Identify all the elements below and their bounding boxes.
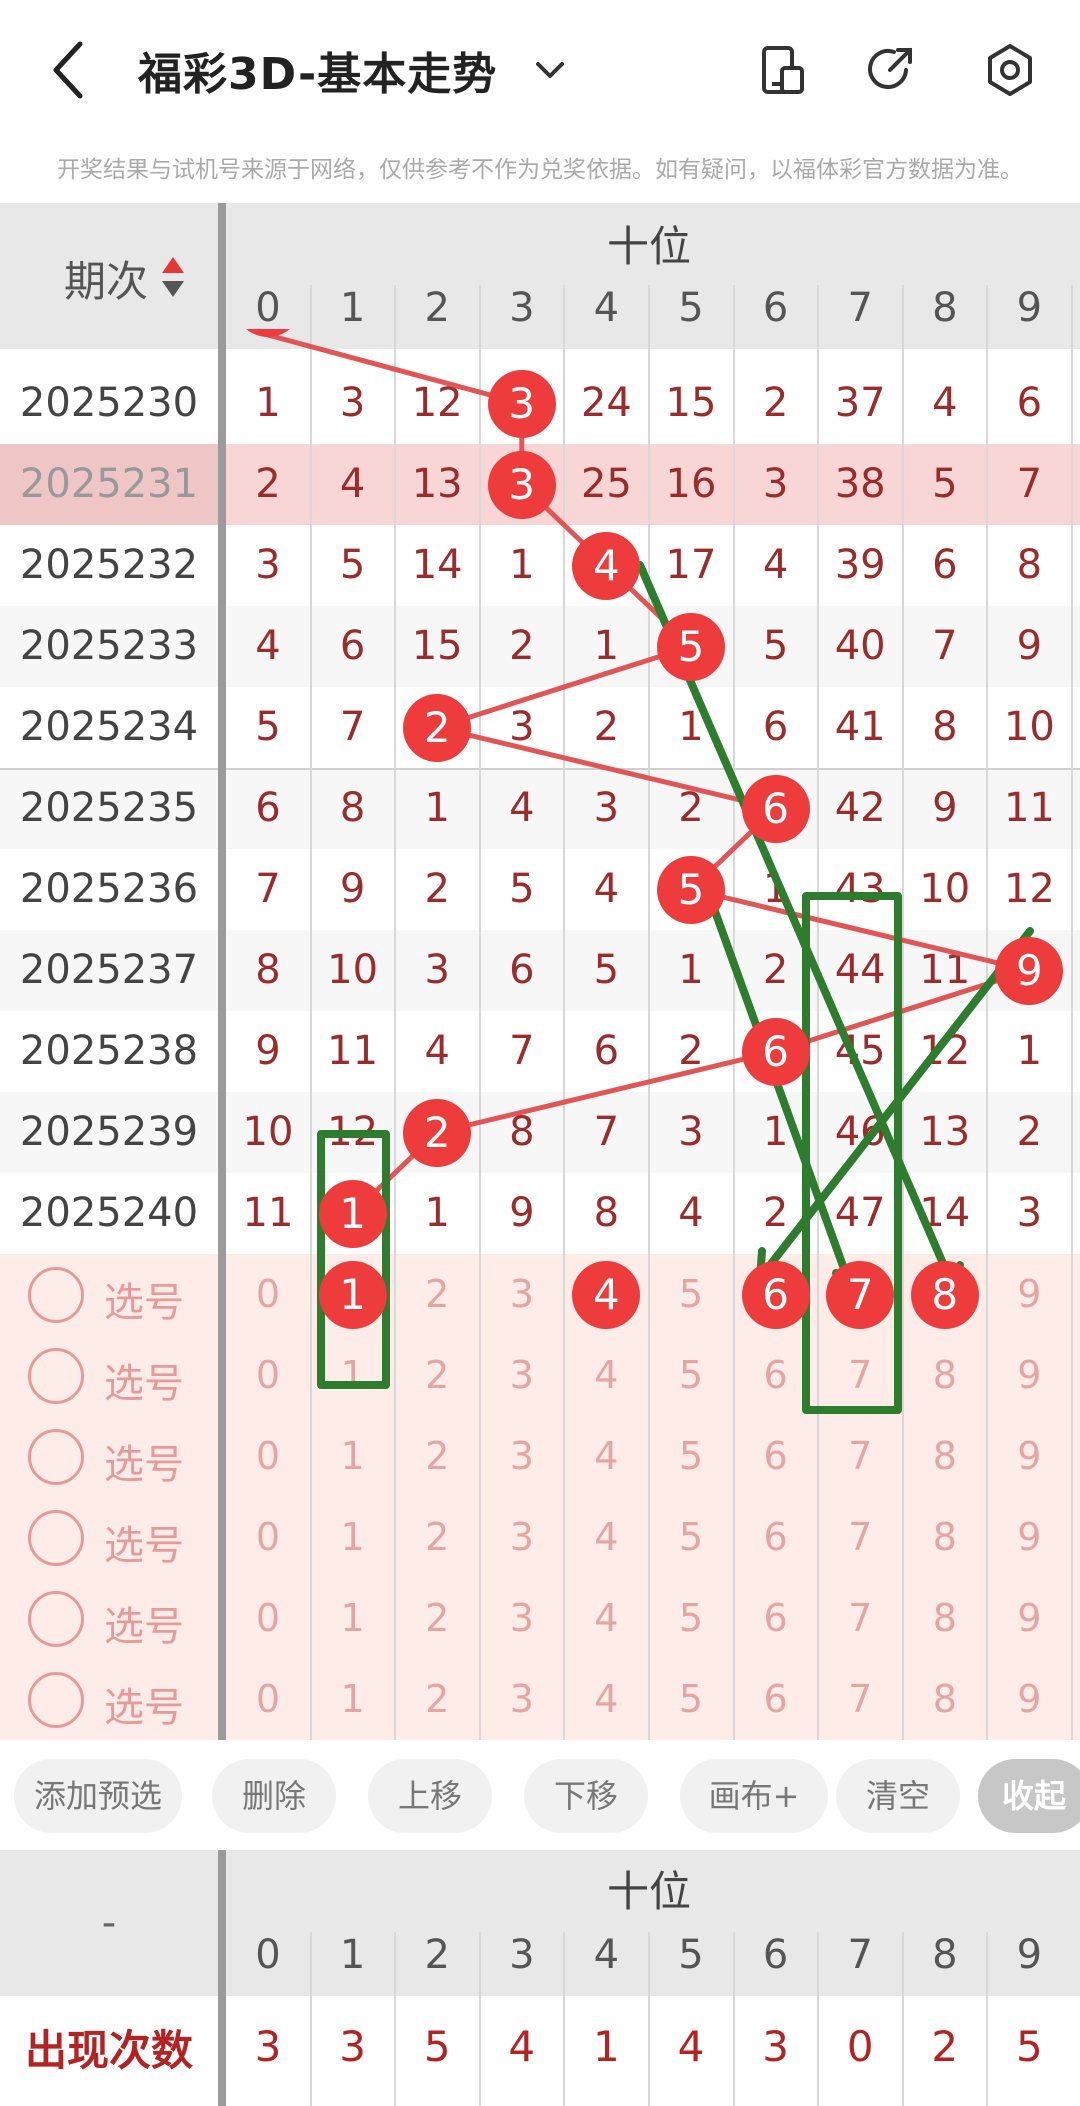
toolbar-button-5[interactable]: 清空 xyxy=(836,1759,960,1833)
phone-icon[interactable] xyxy=(752,38,812,102)
stats-column-line xyxy=(394,1932,397,2106)
stats-column-header-0: 0 xyxy=(255,1932,281,1978)
stats-column-line xyxy=(732,1932,735,2106)
selected-pick-ball[interactable]: 8 xyxy=(910,1260,979,1329)
occurrence-count: 3 xyxy=(339,2022,366,2071)
settings-icon[interactable] xyxy=(980,38,1040,102)
stats-section: - 十位 出现次数 0 3 1 3 2 5 3 4 4 1 5 4 6 3 7 0 8 2 9 5 xyxy=(0,1850,1080,2106)
stats-column-header-6: 6 xyxy=(762,1932,789,1978)
hit-ball: 6 xyxy=(741,1017,810,1086)
toolbar-button-4[interactable]: 画布+ xyxy=(680,1759,828,1833)
stats-column-line xyxy=(901,1932,904,2106)
page-title[interactable]: 福彩3D-基本走势 xyxy=(138,38,497,102)
occurrence-count: 2 xyxy=(931,2022,959,2071)
occurrence-count: 5 xyxy=(423,2022,451,2071)
occurrence-count: 3 xyxy=(254,2022,282,2071)
toolbar-button-3[interactable]: 下移 xyxy=(524,1759,648,1833)
selected-pick-ball[interactable]: 7 xyxy=(826,1260,895,1329)
occurrence-count: 3 xyxy=(762,2022,789,2071)
occurrence-count: 0 xyxy=(846,2022,874,2071)
toolbar-button-1[interactable]: 删除 xyxy=(212,1759,336,1833)
hit-ball: 4 xyxy=(572,531,641,600)
occurrence-count: 5 xyxy=(1016,2022,1043,2071)
stats-column-header-2: 2 xyxy=(424,1932,450,1978)
stats-column-line xyxy=(986,1932,989,2106)
hit-ball: 5 xyxy=(657,612,725,681)
trend-grid: 期次 十位 0123456789 20252301312324152374620… xyxy=(0,203,1080,1743)
selected-pick-ball[interactable]: 1 xyxy=(318,1260,387,1329)
stats-header-left: - xyxy=(0,1850,218,1996)
hit-ball: 6 xyxy=(741,774,810,843)
stats-column-header-3: 3 xyxy=(509,1932,535,1978)
action-toolbar: 添加预选 删除 上移 下移 画布+ 清空 收起 xyxy=(0,1745,1080,1850)
disclaimer-notice: 开奖结果与试机号来源于网络，仅供参考不作为兑奖依据。如有疑问，以福体彩官方数据为… xyxy=(57,157,1023,183)
stats-group-label: 十位 xyxy=(606,1867,691,1916)
stats-column-line xyxy=(309,1932,312,2106)
hit-ball: 3 xyxy=(487,369,556,438)
stats-column-header-5: 5 xyxy=(678,1932,704,1978)
trend-overlay xyxy=(267,332,1039,1414)
stats-column-header-9: 9 xyxy=(1016,1932,1043,1978)
chevron-down-icon[interactable] xyxy=(530,50,570,90)
annotation-box-1 xyxy=(317,1130,390,1389)
stats-separator xyxy=(218,1850,226,2106)
back-arrow-icon[interactable] xyxy=(40,30,100,110)
stats-column-header-8: 8 xyxy=(932,1932,958,1978)
toolbar-button-0[interactable]: 添加预选 xyxy=(14,1759,182,1833)
share-icon[interactable] xyxy=(862,38,922,102)
stats-left-label: - xyxy=(101,1900,117,1946)
hit-ball: 2 xyxy=(403,693,472,762)
stats-column-header-1: 1 xyxy=(339,1932,366,1978)
stats-column-header-4: 4 xyxy=(593,1932,620,1978)
occurrence-label: 出现次数 xyxy=(24,2026,193,2075)
stats-column-line xyxy=(648,1932,650,2106)
hit-ball: 5 xyxy=(657,855,725,924)
annotation-arrow-7 xyxy=(708,899,862,1295)
hit-ball: 1 xyxy=(318,1179,387,1248)
hit-ball: 2 xyxy=(403,1098,472,1167)
toolbar-button-6[interactable]: 收起 xyxy=(978,1759,1080,1833)
occurrence-count: 4 xyxy=(508,2022,536,2071)
app-header: 福彩3D-基本走势 xyxy=(0,0,1080,135)
stats-column-line xyxy=(478,1932,481,2106)
selected-pick-ball[interactable]: 6 xyxy=(741,1260,810,1329)
occurrence-count: 4 xyxy=(677,2022,705,2071)
selected-pick-ball[interactable]: 4 xyxy=(572,1260,641,1329)
occurrence-count: 1 xyxy=(593,2022,620,2071)
stats-column-header-7: 7 xyxy=(847,1932,873,1978)
stats-column-line xyxy=(817,1932,820,2106)
stats-column-line xyxy=(563,1932,566,2106)
hit-ball: 3 xyxy=(487,450,556,519)
toolbar-button-2[interactable]: 上移 xyxy=(368,1759,492,1833)
hit-ball: 9 xyxy=(995,936,1064,1005)
